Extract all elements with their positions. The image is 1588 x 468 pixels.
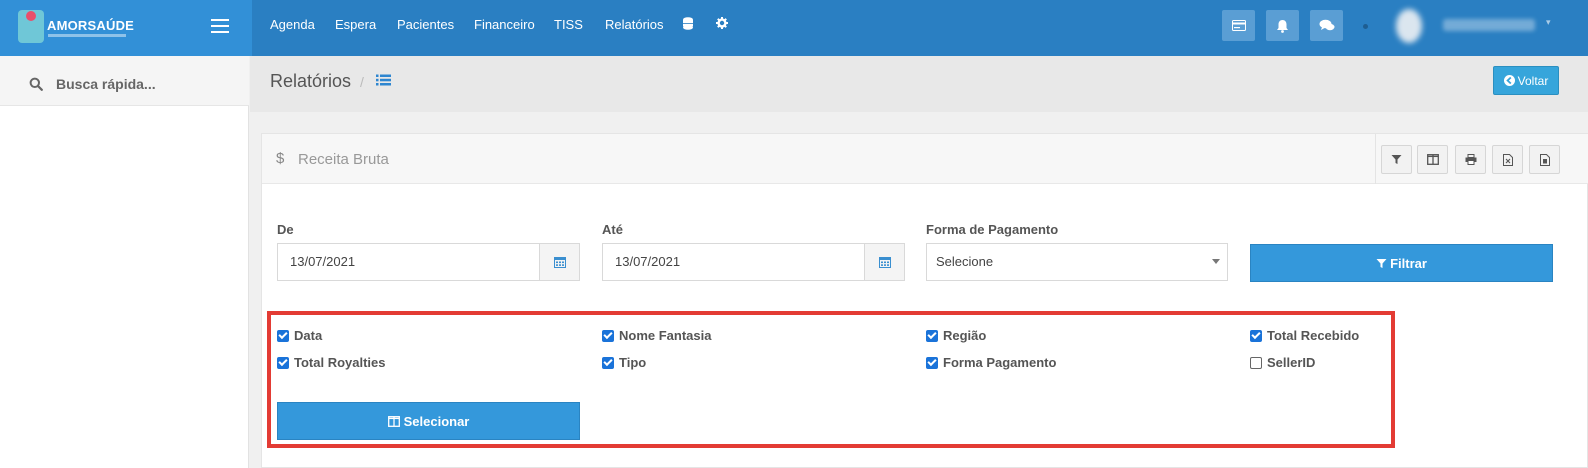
column-option-forma-pagamento[interactable]: Forma Pagamento xyxy=(926,355,1056,370)
avatar[interactable] xyxy=(1396,9,1422,43)
brand-name: AMORSAÚDE xyxy=(47,18,135,33)
panel-title: Receita Bruta xyxy=(298,151,389,168)
from-date-input[interactable]: 13/07/2021 xyxy=(277,243,540,281)
from-label: De xyxy=(277,222,294,237)
columns-icon[interactable] xyxy=(1417,145,1448,174)
checkbox[interactable] xyxy=(602,329,614,342)
sidebar: Busca rápida... xyxy=(0,56,249,468)
to-label: Até xyxy=(602,222,623,237)
panel-header: $ Receita Bruta xyxy=(262,134,1588,184)
nav-agenda[interactable]: Agenda xyxy=(270,17,315,32)
checkbox[interactable] xyxy=(926,356,938,369)
brand-area: AMORSAÚDE xyxy=(0,0,252,56)
filter-icon[interactable] xyxy=(1381,145,1412,174)
brand-tagline xyxy=(48,34,126,37)
status-dot xyxy=(1363,24,1368,29)
back-button[interactable]: Voltar xyxy=(1493,66,1559,95)
column-option-tipo[interactable]: Tipo xyxy=(602,355,646,370)
payment-method-label: Forma de Pagamento xyxy=(926,222,1059,237)
gear-icon[interactable] xyxy=(716,17,728,32)
checkbox[interactable] xyxy=(926,329,938,342)
print-icon[interactable] xyxy=(1455,145,1486,174)
select-columns-label: Selecionar xyxy=(403,413,470,429)
panel-toolbar xyxy=(1375,134,1588,184)
nav-pacientes[interactable]: Pacientes xyxy=(397,17,454,32)
nav-espera[interactable]: Espera xyxy=(335,17,376,32)
filter-button-label: Filtrar xyxy=(1390,255,1427,271)
column-option-total-royalties[interactable]: Total Royalties xyxy=(277,355,386,370)
quick-search[interactable]: Busca rápida... xyxy=(0,56,249,106)
database-icon[interactable] xyxy=(683,17,693,33)
filter-button[interactable]: Filtrar xyxy=(1250,244,1553,282)
checkbox[interactable] xyxy=(1250,356,1262,369)
column-option-seller-id[interactable]: SellerID xyxy=(1250,355,1315,370)
chevron-down-icon[interactable]: ▾ xyxy=(1546,17,1551,28)
menu-toggle-icon[interactable] xyxy=(211,19,229,33)
checkbox[interactable] xyxy=(277,356,289,369)
chevron-down-icon xyxy=(1212,259,1220,264)
logo-heart-icon xyxy=(26,11,36,21)
checkbox[interactable] xyxy=(1250,329,1262,342)
nav-tiss[interactable]: TISS xyxy=(554,17,583,32)
calendar-icon[interactable] xyxy=(864,243,905,281)
nav-relatorios[interactable]: Relatórios xyxy=(605,17,664,32)
column-option-data[interactable]: Data xyxy=(277,328,322,343)
columns-icon xyxy=(387,415,400,427)
select-columns-button[interactable]: Selecionar xyxy=(277,402,580,440)
chat-icon[interactable] xyxy=(1310,10,1343,41)
calendar-icon[interactable] xyxy=(539,243,580,281)
list-icon[interactable] xyxy=(376,73,391,91)
filter-icon xyxy=(1376,258,1387,268)
top-navbar: AMORSAÚDE Agenda Espera Pacientes Financ… xyxy=(0,0,1588,56)
column-option-nome-fantasia[interactable]: Nome Fantasia xyxy=(602,328,711,343)
pdf-icon[interactable] xyxy=(1529,145,1560,174)
search-icon xyxy=(29,77,43,91)
column-option-total-recebido[interactable]: Total Recebido xyxy=(1250,328,1359,343)
excel-icon[interactable] xyxy=(1492,145,1523,174)
bell-icon[interactable] xyxy=(1266,10,1299,41)
page-header: Relatórios / Voltar xyxy=(250,56,1588,112)
page-title: Relatórios xyxy=(270,71,352,91)
dollar-icon: $ xyxy=(276,150,285,167)
breadcrumb-separator: / xyxy=(360,74,364,90)
report-panel: $ Receita Bruta De 13/07/2021 Até 13/07/… xyxy=(261,133,1588,468)
card-icon[interactable] xyxy=(1222,10,1255,41)
nav-financeiro[interactable]: Financeiro xyxy=(474,17,535,32)
checkbox[interactable] xyxy=(277,329,289,342)
column-option-regiao[interactable]: Região xyxy=(926,328,986,343)
to-date-input[interactable]: 13/07/2021 xyxy=(602,243,865,281)
user-name-blurred[interactable] xyxy=(1443,19,1535,31)
back-arrow-icon xyxy=(1503,75,1515,86)
search-input[interactable]: Busca rápida... xyxy=(56,76,156,92)
back-button-label: Voltar xyxy=(1517,73,1549,88)
checkbox[interactable] xyxy=(602,356,614,369)
payment-method-value: Selecione xyxy=(936,254,994,269)
payment-method-select[interactable]: Selecione xyxy=(926,243,1228,281)
